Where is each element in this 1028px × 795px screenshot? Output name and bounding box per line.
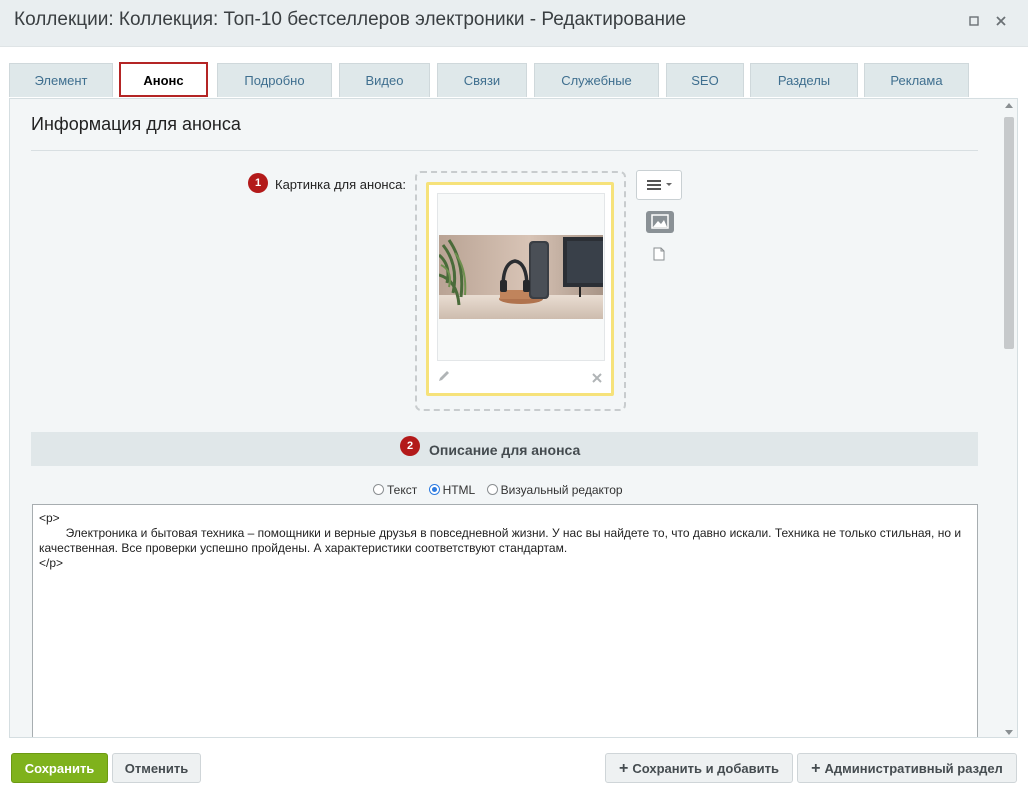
- mode-html-option[interactable]: HTML: [428, 483, 476, 497]
- save-button[interactable]: Сохранить: [11, 753, 108, 783]
- tab-content-panel: Информация для анонса 1 Картинка для ано…: [9, 98, 1018, 738]
- tabs-bar: Элемент Анонс Подробно Видео Связи Служе…: [0, 47, 1028, 99]
- tab-announce[interactable]: Анонс: [119, 62, 208, 97]
- divider: [31, 150, 978, 151]
- remove-image-icon[interactable]: [589, 371, 605, 387]
- window-titlebar: Коллекции: Коллекция: Топ-10 бестселлеро…: [0, 0, 1028, 47]
- mode-visual-label: Визуальный редактор: [500, 483, 623, 497]
- image-frame: [437, 193, 605, 361]
- plus-icon: +: [619, 760, 629, 777]
- mode-text-radio[interactable]: [373, 484, 384, 495]
- step-badge-2: 2: [400, 436, 420, 456]
- save-and-add-label: Сохранить и добавить: [632, 761, 779, 776]
- edit-image-icon[interactable]: [437, 369, 453, 385]
- scroll-up-icon[interactable]: [1005, 103, 1013, 108]
- tab-links[interactable]: Связи: [437, 63, 527, 97]
- vertical-scrollbar[interactable]: [1003, 103, 1015, 735]
- save-and-add-button[interactable]: + Сохранить и добавить: [605, 753, 793, 783]
- tab-element[interactable]: Элемент: [9, 63, 113, 97]
- admin-section-label: Административный раздел: [824, 761, 1003, 776]
- editor-mode-switch: Текст HTML Визуальный редактор: [373, 483, 631, 497]
- mode-text-label: Текст: [387, 483, 418, 497]
- restore-icon[interactable]: [966, 13, 982, 29]
- mode-text-option[interactable]: Текст: [373, 483, 417, 497]
- preview-image: [439, 235, 603, 319]
- cancel-button[interactable]: Отменить: [112, 753, 201, 783]
- mode-visual-option[interactable]: Визуальный редактор: [486, 483, 623, 497]
- close-icon[interactable]: [993, 13, 1009, 29]
- tab-video[interactable]: Видео: [339, 63, 430, 97]
- step-badge-1: 1: [248, 173, 268, 193]
- description-title: Описание для анонса: [429, 442, 581, 458]
- tab-sections[interactable]: Разделы: [750, 63, 858, 97]
- tab-detail[interactable]: Подробно: [217, 63, 332, 97]
- window-title: Коллекции: Коллекция: Топ-10 бестселлеро…: [14, 9, 687, 30]
- admin-section-button[interactable]: + Административный раздел: [797, 753, 1017, 783]
- tab-ads[interactable]: Реклама: [864, 63, 969, 97]
- scrollbar-thumb[interactable]: [1004, 117, 1014, 349]
- description-textarea[interactable]: <p> Электроника и бытовая техника – помо…: [32, 504, 978, 737]
- section-heading: Информация для анонса: [31, 114, 241, 134]
- file-icon[interactable]: [653, 247, 665, 261]
- plus-icon: +: [811, 760, 821, 777]
- tab-service[interactable]: Служебные: [534, 63, 659, 97]
- image-icon[interactable]: [646, 211, 674, 233]
- image-preview-card[interactable]: [426, 182, 614, 396]
- mode-html-radio[interactable]: [428, 484, 440, 495]
- preview-picture-label: Картинка для анонса:: [275, 177, 406, 192]
- image-options-menu-button[interactable]: [636, 170, 682, 200]
- scroll-down-icon[interactable]: [1005, 730, 1013, 735]
- mode-html-label: HTML: [442, 483, 476, 497]
- mode-visual-radio[interactable]: [486, 484, 498, 495]
- tab-seo[interactable]: SEO: [666, 63, 744, 97]
